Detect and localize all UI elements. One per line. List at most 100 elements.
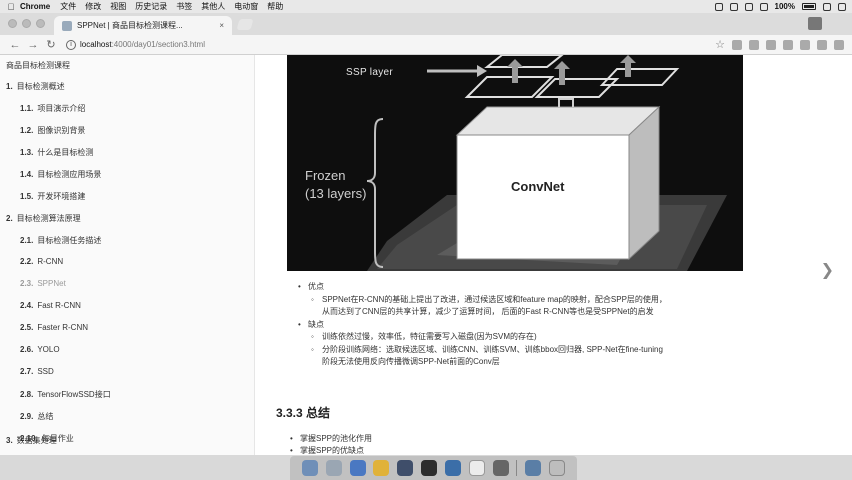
sidebar-item-2-1[interactable]: 2.1. 目标检测任务描述 [20, 235, 101, 246]
convnet-box-top [455, 106, 661, 136]
mac-dock [290, 456, 577, 480]
sidebar-item-num: 1.3. [20, 148, 34, 157]
wifi-icon[interactable] [759, 2, 768, 11]
battery-percent: 100% [774, 2, 795, 11]
bookmark-star-icon[interactable]: ☆ [715, 39, 725, 50]
sidebar-item-2-3-active[interactable]: 2.3. SPPNet [20, 279, 66, 288]
arrow-up-icon [554, 61, 570, 85]
sidebar-item-1-4[interactable]: 1.4. 目标检测应用场景 [20, 169, 101, 180]
info-icon[interactable]: i [66, 39, 76, 50]
sidebar-item-num: 1.5. [20, 192, 34, 201]
sidebar-item-chapter-3[interactable]: 3. 数据集处理 [6, 435, 57, 446]
sidebar-item-label: 目标检测算法原理 [16, 214, 81, 223]
connector-line [558, 98, 574, 107]
menu-people[interactable]: 其他人 [201, 1, 225, 12]
next-page-chevron-icon[interactable]: ❯ [821, 260, 834, 280]
pros-cons-list: 优点 SPPNet在R-CNN的基础上提出了改进，通过候选区域和feature … [298, 281, 788, 369]
close-window-button[interactable] [8, 19, 17, 28]
new-tab-button[interactable] [236, 19, 254, 30]
extension-icon[interactable] [766, 39, 776, 50]
sidebar-item-1-5[interactable]: 1.5. 开发环境搭建 [20, 191, 85, 202]
profile-icon[interactable] [808, 17, 822, 30]
apple-icon[interactable]:  [4, 2, 18, 12]
app-name-menu[interactable]: Chrome [20, 2, 50, 11]
sidebar-item-1-3[interactable]: 1.3. 什么是目标检测 [20, 147, 93, 158]
sidebar-item-label: 什么是目标检测 [37, 148, 94, 157]
minimize-window-button[interactable] [22, 19, 31, 28]
summary-item: 掌握SPP的优缺点 [290, 445, 372, 455]
address-bar[interactable]: i localhost :4000/day01/section3.html [66, 39, 205, 50]
sidebar-item-1-1[interactable]: 1.1. 项目演示介绍 [20, 103, 85, 114]
sidebar-item-2-6[interactable]: 2.6. YOLO [20, 345, 60, 354]
trash-icon[interactable] [549, 460, 566, 476]
chrome-icon[interactable] [373, 460, 390, 476]
sidebar-item-2-8[interactable]: 2.8. TensorFlowSSD接口 [20, 389, 111, 400]
sidebar-item-label: 目标检测概述 [16, 82, 65, 91]
browser-toolbar: ← → ↻ i localhost :4000/day01/section3.h… [0, 35, 852, 55]
reload-icon[interactable]: ↻ [42, 38, 60, 51]
sidebar-item-label: TensorFlowSSD接口 [37, 390, 111, 399]
menu-help[interactable]: 帮助 [267, 1, 283, 12]
sidebar-item-2-4[interactable]: 2.4. Fast R-CNN [20, 301, 81, 310]
terminal-icon[interactable] [421, 460, 438, 476]
downloads-icon[interactable] [525, 460, 542, 476]
tab-title: SPPNet | 商品目标检测课程... [77, 21, 183, 30]
status-icon[interactable] [714, 2, 723, 11]
status-icon[interactable] [729, 2, 738, 11]
spp-output-bin [484, 55, 564, 68]
finder-icon[interactable] [301, 460, 318, 476]
menu-list-icon[interactable] [838, 2, 846, 11]
extension-icon[interactable] [732, 39, 742, 50]
close-tab-icon[interactable]: × [215, 21, 224, 30]
browser-tab[interactable]: SPPNet | 商品目标检测课程... × [54, 16, 232, 35]
sidebar-item-chapter-2[interactable]: 2. 目标检测算法原理 [6, 213, 81, 224]
extension-icon[interactable] [817, 39, 827, 50]
dock-separator [516, 460, 518, 476]
advantage-line: SPPNet在R-CNN的基础上提出了改进，通过候选区域和feature map… [322, 294, 667, 304]
pycharm-icon[interactable] [444, 460, 461, 476]
status-icon[interactable] [744, 2, 753, 11]
sidebar-item-num: 2.1. [20, 236, 34, 245]
ssp-layer-label: SSP layer [346, 67, 393, 78]
menu-history[interactable]: 历史记录 [135, 1, 167, 12]
extension-icon[interactable] [783, 39, 793, 50]
menu-bookmarks[interactable]: 书签 [176, 1, 192, 12]
safari-icon[interactable] [349, 460, 366, 476]
convnet-box-front [456, 134, 630, 260]
web-page: 商品目标检测课程 1. 目标检测概述 1.1. 项目演示介绍 1.2. 图像识别背景 … [0, 55, 852, 455]
sidebar-item-2-2[interactable]: 2.2. R-CNN [20, 257, 63, 266]
sidebar-item-label: SPPNet [37, 279, 66, 288]
menu-edit[interactable]: 修改 [85, 1, 101, 12]
menu-file[interactable]: 文件 [60, 1, 76, 12]
sidebar-item-chapter-1[interactable]: 1. 目标检测概述 [6, 81, 65, 92]
extension-icon[interactable] [800, 39, 810, 50]
convnet-label: ConvNet [511, 179, 565, 194]
sidebar-item-num: 2.9. [20, 412, 34, 421]
url-host: localhost [80, 40, 112, 49]
sidebar-item-label: 目标检测任务描述 [37, 236, 102, 245]
frozen-label: Frozen (13 layers) [305, 167, 366, 203]
sidebar-item-2-7[interactable]: 2.7. SSD [20, 367, 54, 376]
extension-icon[interactable] [749, 39, 759, 50]
forward-icon[interactable]: → [24, 39, 42, 51]
sidebar-item-num: 1. [6, 82, 13, 91]
battery-icon[interactable] [802, 3, 816, 10]
sidebar-item-2-9[interactable]: 2.9. 总结 [20, 411, 53, 422]
sidebar-item-label: Fast R-CNN [37, 301, 81, 310]
launchpad-icon[interactable] [325, 460, 342, 476]
sidebar-title[interactable]: 商品目标检测课程 [6, 60, 70, 71]
chrome-menu-icon[interactable] [834, 39, 844, 50]
book-sidebar: 商品目标检测课程 1. 目标检测概述 1.1. 项目演示介绍 1.2. 图像识别背景 … [0, 55, 255, 455]
search-icon[interactable] [823, 2, 831, 11]
system-preferences-icon[interactable] [397, 460, 414, 476]
media-icon[interactable] [492, 460, 509, 476]
sidebar-item-1-2[interactable]: 1.2. 图像识别背景 [20, 125, 85, 136]
menu-window[interactable]: 电动窗 [234, 1, 258, 12]
zoom-window-button[interactable] [36, 19, 45, 28]
pointer-arrow-head [477, 65, 487, 77]
sidebar-item-2-5[interactable]: 2.5. Faster R-CNN [20, 323, 88, 332]
menu-view[interactable]: 视图 [110, 1, 126, 12]
sidebar-item-label: 图像识别背景 [37, 126, 86, 135]
typora-icon[interactable] [468, 460, 485, 476]
back-icon[interactable]: ← [6, 39, 24, 51]
